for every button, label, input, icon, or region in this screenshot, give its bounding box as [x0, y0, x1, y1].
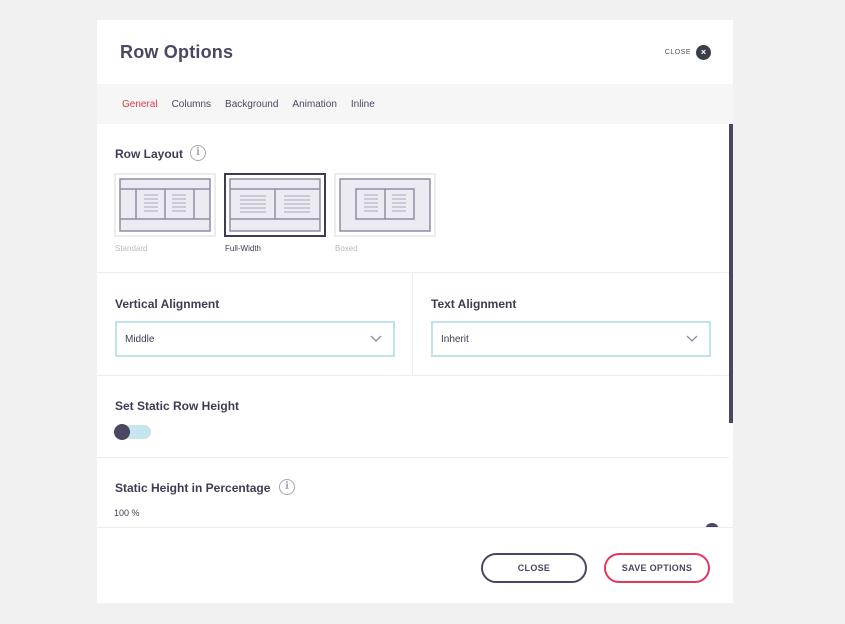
- modal-header: Row Options CLOSE ×: [97, 20, 733, 84]
- vertical-alignment-select[interactable]: Middle: [115, 321, 395, 357]
- scrollbar[interactable]: [729, 124, 733, 423]
- layout-option-boxed[interactable]: [334, 173, 436, 237]
- alignment-section: Vertical Alignment Middle Text Alignment…: [97, 273, 729, 376]
- static-row-height-label: Set Static Row Height: [115, 399, 240, 413]
- vertical-alignment-label: Vertical Alignment: [115, 297, 220, 311]
- chevron-down-icon: [370, 335, 382, 342]
- tab-general[interactable]: General: [122, 99, 158, 110]
- text-alignment-value: Inherit: [441, 334, 469, 345]
- info-icon[interactable]: i: [190, 145, 206, 161]
- row-options-modal: Row Options CLOSE × General Columns Back…: [97, 20, 733, 603]
- static-height-percentage-section: Static Height in Percentage i 100 %: [97, 458, 729, 527]
- save-options-button[interactable]: SAVE OPTIONS: [604, 553, 710, 583]
- static-height-percentage-label: Static Height in Percentage: [115, 481, 271, 495]
- close-icon[interactable]: ×: [696, 45, 711, 60]
- text-alignment-label: Text Alignment: [431, 297, 517, 311]
- close-button[interactable]: CLOSE: [481, 553, 587, 583]
- static-row-height-section: Set Static Row Height: [97, 376, 729, 458]
- layout-option-label: Standard: [115, 244, 148, 253]
- modal-footer: CLOSE SAVE OPTIONS: [97, 527, 733, 603]
- row-layout-label: Row Layout: [115, 147, 183, 161]
- row-layout-section: Row Layout i Standard Full-Width Boxed: [97, 124, 729, 273]
- tab-animation[interactable]: Animation: [292, 99, 336, 110]
- column-divider: [412, 273, 413, 376]
- tab-columns[interactable]: Columns: [172, 99, 211, 110]
- layout-option-label: Full-Width: [225, 244, 262, 253]
- chevron-down-icon: [686, 335, 698, 342]
- vertical-alignment-value: Middle: [125, 334, 155, 345]
- layout-option-standard[interactable]: [114, 173, 216, 237]
- tab-bar: General Columns Background Animation Inl…: [97, 84, 733, 124]
- tab-background[interactable]: Background: [225, 99, 278, 110]
- modal-title: Row Options: [120, 42, 234, 62]
- layout-option-label: Boxed: [335, 244, 358, 253]
- header-close-button[interactable]: CLOSE ×: [665, 45, 711, 60]
- static-row-height-toggle[interactable]: [114, 424, 151, 440]
- toggle-knob: [114, 424, 130, 440]
- static-height-percentage-value: 100 %: [114, 508, 140, 518]
- tab-inline[interactable]: Inline: [351, 99, 375, 110]
- full-width-layout-icon: [229, 178, 321, 232]
- header-close-label[interactable]: CLOSE: [665, 49, 691, 56]
- boxed-layout-icon: [339, 178, 431, 232]
- text-alignment-select[interactable]: Inherit: [431, 321, 711, 357]
- info-icon[interactable]: i: [279, 479, 295, 495]
- options-scroll-area[interactable]: Row Layout i Standard Full-Width Boxed V…: [97, 124, 733, 527]
- layout-option-full-width[interactable]: [224, 173, 326, 237]
- standard-layout-icon: [119, 178, 211, 232]
